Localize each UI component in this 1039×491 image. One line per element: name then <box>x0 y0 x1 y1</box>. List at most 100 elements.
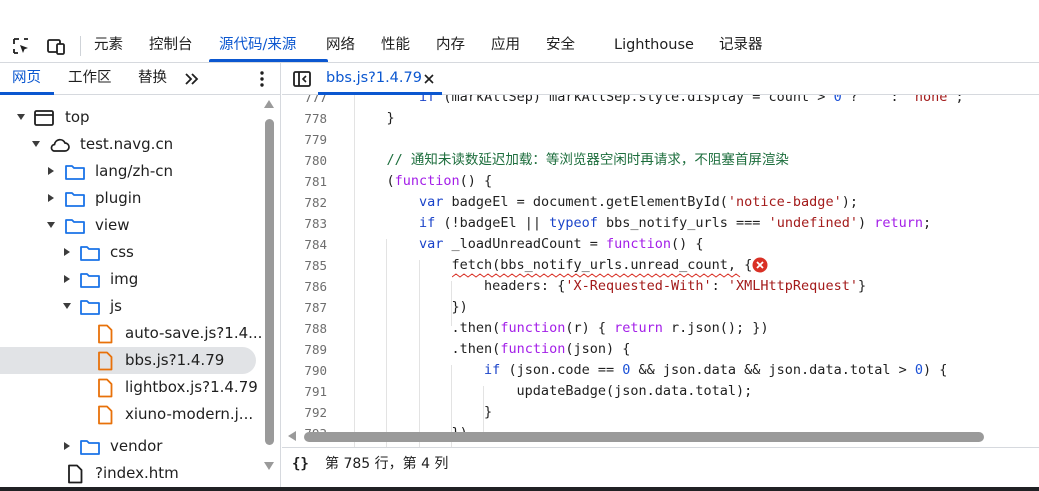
folder-icon <box>80 273 100 288</box>
tab-overrides[interactable]: 替换 <box>138 63 167 95</box>
line-number[interactable]: 786 <box>282 276 327 297</box>
inspect-element-icon[interactable] <box>11 36 31 56</box>
line-number[interactable]: 780 <box>282 150 327 171</box>
folder-icon <box>65 165 85 180</box>
line-number[interactable]: 790 <box>282 360 327 381</box>
tree-item-label: img <box>110 270 139 288</box>
tab-performance[interactable]: 性能 <box>381 28 410 63</box>
chevron-double-right-icon[interactable] <box>182 69 202 89</box>
code-line: } <box>354 110 395 126</box>
tree-item-folder[interactable]: plugin <box>0 185 262 212</box>
caret-right-icon[interactable] <box>62 274 72 284</box>
tab-recorder[interactable]: 记录器 <box>719 28 763 63</box>
caret-right-icon[interactable] <box>46 166 56 176</box>
kebab-menu-icon[interactable] <box>255 69 269 89</box>
tab-network[interactable]: 网络 <box>326 28 355 63</box>
tab-page[interactable]: 网页 <box>12 63 41 95</box>
frame-icon <box>34 110 54 126</box>
taskbar-strip <box>0 487 1039 491</box>
tree-item-domain[interactable]: test.navg.cn <box>0 131 262 158</box>
tree-item-label: xiuno-modern.j... <box>125 405 254 423</box>
line-number[interactable]: 785 <box>282 255 327 276</box>
code-area[interactable]: 777 778 779 780 781 782 783 784 785 786 … <box>282 95 1039 461</box>
tab-console[interactable]: 控制台 <box>149 28 193 63</box>
editor-horizontal-scrollbar-thumb[interactable] <box>304 432 984 442</box>
tree-item-file-selected[interactable]: bbs.js?1.4.79 <box>0 347 256 374</box>
error-circle-icon[interactable] <box>752 257 768 273</box>
caret-right-icon[interactable] <box>62 441 72 451</box>
line-number[interactable]: 788 <box>282 318 327 339</box>
tab-application[interactable]: 应用 <box>491 28 520 63</box>
code-line: var badgeEl = document.getElementById('n… <box>419 194 858 210</box>
tree-item-label: view <box>95 216 130 234</box>
code-line: headers: {'X-Requested-With': 'XMLHttpRe… <box>354 278 867 294</box>
tab-security[interactable]: 安全 <box>546 28 575 63</box>
tab-sources[interactable]: 源代码/来源 <box>219 28 296 63</box>
toggle-navigator-icon[interactable] <box>292 69 312 89</box>
scroll-down-arrow-icon[interactable] <box>264 462 274 470</box>
tree-item-label: js <box>110 297 122 315</box>
tree-item-folder[interactable]: lang/zh-cn <box>0 158 262 185</box>
tab-elements[interactable]: 元素 <box>94 28 123 63</box>
pretty-print-button[interactable]: {} <box>292 454 309 474</box>
caret-right-icon[interactable] <box>62 247 72 257</box>
js-file-icon <box>98 378 113 398</box>
caret-down-icon[interactable] <box>46 220 56 230</box>
file-icon <box>68 464 83 484</box>
tab-memory[interactable]: 内存 <box>436 28 465 63</box>
tree-item-label: css <box>110 243 134 261</box>
code-line: var _loadUnreadCount = function() { <box>419 236 704 252</box>
line-number[interactable]: 778 <box>282 108 327 129</box>
devtools-main-tabbar: 元素 控制台 源代码/来源 网络 性能 内存 应用 安全 Lighthouse … <box>0 28 1039 63</box>
tree-item-folder[interactable]: css <box>0 239 262 266</box>
line-number[interactable]: 779 <box>282 129 327 150</box>
js-file-icon <box>98 351 113 371</box>
caret-down-icon[interactable] <box>62 301 72 311</box>
tree-item-folder[interactable]: img <box>0 266 262 293</box>
device-toolbar-icon[interactable] <box>46 36 66 56</box>
tab-lighthouse[interactable]: Lighthouse <box>614 28 694 63</box>
code-line: .then(function(json) { <box>354 341 631 357</box>
cursor-position: 第 785 行，第 4 列 <box>325 456 449 472</box>
tree-item-file[interactable]: auto-save.js?1.4... <box>0 320 262 347</box>
tree-item-top[interactable]: top <box>0 104 262 131</box>
editor-file-tab[interactable]: bbs.js?1.4.79 <box>326 63 422 95</box>
line-number[interactable]: 781 <box>282 171 327 192</box>
tree-item-folder[interactable]: vendor <box>0 433 262 460</box>
line-number[interactable]: 777 <box>282 95 327 108</box>
tree-item-label: vendor <box>110 437 163 455</box>
toolbar-divider <box>80 36 81 56</box>
code-line: (function() { <box>354 173 493 189</box>
tree-item-folder[interactable]: js <box>0 293 262 320</box>
line-number[interactable]: 783 <box>282 213 327 234</box>
line-number[interactable]: 784 <box>282 234 327 255</box>
tree-item-file[interactable]: lightbox.js?1.4.79 <box>0 374 262 401</box>
code-line: if (markAllSep) markAllSep.style.display… <box>419 95 964 105</box>
caret-right-icon[interactable] <box>46 193 56 203</box>
caret-down-icon[interactable] <box>31 139 41 149</box>
navigator-scrollbar-thumb[interactable] <box>265 119 274 445</box>
tab-workspace[interactable]: 工作区 <box>68 63 112 95</box>
code-line: updateBadge(json.data.total); <box>354 383 753 399</box>
source-editor: bbs.js?1.4.79 777 778 779 780 781 782 78… <box>282 63 1039 491</box>
editor-horizontal-scrollbar[interactable] <box>282 429 1039 443</box>
folder-icon <box>80 440 100 455</box>
scroll-left-arrow-icon[interactable] <box>288 431 296 441</box>
tree-item-label: lightbox.js?1.4.79 <box>125 378 258 396</box>
tree-item-file[interactable]: xiuno-modern.j... <box>0 401 262 428</box>
folder-icon <box>80 246 100 261</box>
sources-navigator: 网页 工作区 替换 top test.navg.cn lang/zh-cn pl… <box>0 63 281 491</box>
scroll-up-arrow-icon[interactable] <box>264 100 274 108</box>
tree-item-label: top <box>65 108 90 126</box>
file-tree: top test.navg.cn lang/zh-cn plugin view … <box>0 95 262 491</box>
close-icon[interactable] <box>422 71 436 87</box>
line-number[interactable]: 792 <box>282 402 327 423</box>
line-number[interactable]: 787 <box>282 297 327 318</box>
tree-item-file[interactable]: ?index.htm <box>0 460 262 487</box>
tree-item-label: auto-save.js?1.4... <box>125 324 262 342</box>
line-number[interactable]: 782 <box>282 192 327 213</box>
line-number[interactable]: 791 <box>282 381 327 402</box>
caret-down-icon[interactable] <box>16 112 26 122</box>
line-number[interactable]: 789 <box>282 339 327 360</box>
tree-item-folder[interactable]: view <box>0 212 262 239</box>
